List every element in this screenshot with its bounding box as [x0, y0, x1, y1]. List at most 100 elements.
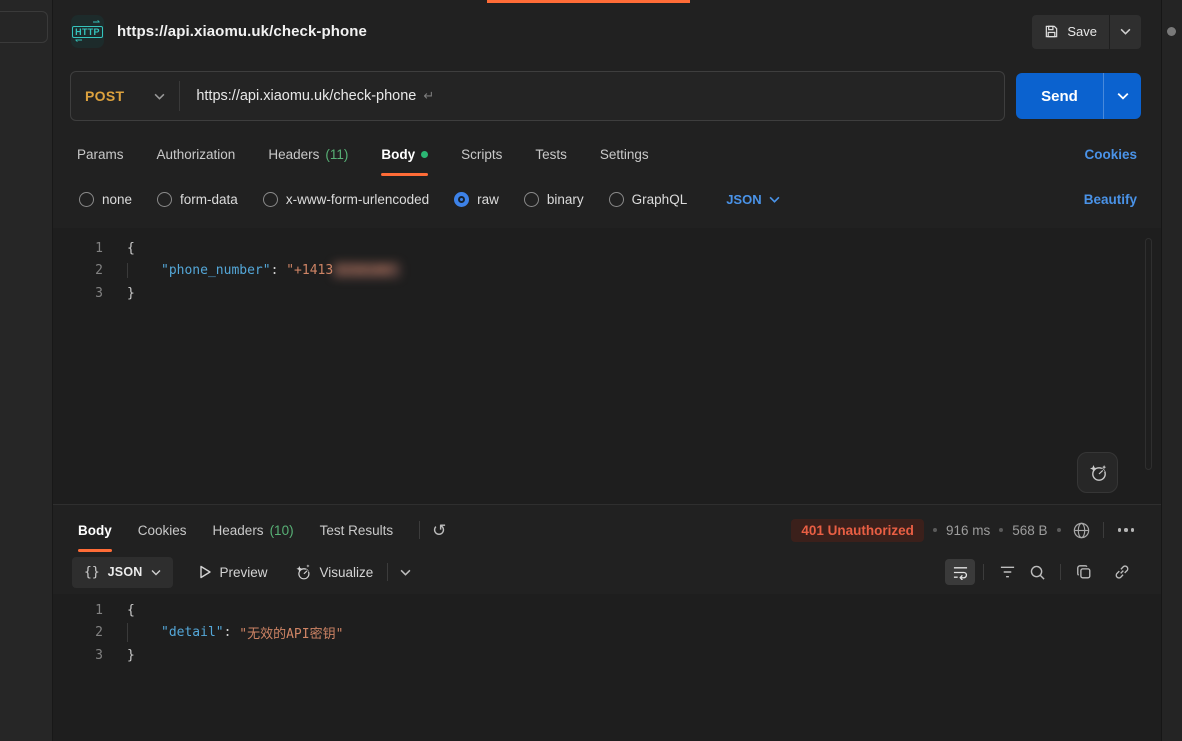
postbot-sparkle-icon — [1088, 463, 1108, 483]
tab-settings[interactable]: Settings — [600, 132, 649, 176]
body-modified-dot — [421, 151, 428, 158]
active-tab-indicator — [487, 0, 690, 3]
request-header: ⇀ HTTP ↽ https://api.xiaomu.uk/check-pho… — [53, 0, 1161, 63]
response-tab-cookies[interactable]: Cookies — [138, 508, 187, 552]
response-tabs: Body Cookies Headers(10) Test Results ↺ … — [53, 508, 1161, 552]
url-box: POST https://api.xiaomu.uk/check-phone ↵ — [70, 71, 1005, 121]
more-options-icon[interactable] — [1116, 524, 1137, 536]
network-globe-icon[interactable] — [1072, 521, 1091, 540]
request-tabs: Params Authorization Headers(11) Body Sc… — [53, 132, 1161, 176]
chevron-down-icon — [151, 569, 161, 576]
response-tab-body[interactable]: Body — [78, 508, 112, 552]
body-language-select[interactable]: JSON — [726, 192, 779, 207]
postbot-button[interactable] — [1077, 452, 1118, 493]
main-panel: ⇀ HTTP ↽ https://api.xiaomu.uk/check-pho… — [53, 0, 1161, 741]
preview-button[interactable]: Preview — [199, 565, 268, 580]
method-selector-value[interactable]: POST — [71, 88, 154, 104]
radio-raw[interactable]: raw — [454, 192, 499, 207]
more-formats-chevron-icon[interactable] — [400, 569, 411, 576]
filter-button[interactable] — [992, 559, 1022, 585]
response-history-icon[interactable]: ↺ — [432, 522, 446, 539]
save-button[interactable]: Save — [1032, 15, 1109, 49]
url-divider — [179, 81, 180, 111]
copy-button[interactable] — [1069, 559, 1099, 585]
code-line: 3 } — [53, 282, 1161, 305]
line-number: 3 — [53, 648, 103, 663]
request-body-editor[interactable]: 1 { 2 "phone_number": "+14135550100" 3 } — [53, 228, 1161, 504]
indent-guide — [127, 263, 128, 278]
line-number: 3 — [53, 286, 103, 301]
send-button-group: Send — [1016, 73, 1141, 119]
separator-dot — [1057, 528, 1061, 532]
indent-guide — [127, 623, 128, 642]
radio-x-www-form-urlencoded[interactable]: x-www-form-urlencoded — [263, 192, 429, 207]
radio-selected-icon — [454, 192, 469, 207]
response-divider — [53, 504, 1161, 505]
wrap-text-button[interactable] — [945, 559, 975, 585]
send-button[interactable]: Send — [1016, 73, 1103, 119]
divider — [983, 564, 984, 580]
code-line: 1 { — [53, 237, 1161, 260]
line-number: 1 — [53, 241, 103, 256]
method-chevron-down-icon[interactable] — [154, 93, 165, 100]
http-request-icon: ⇀ HTTP ↽ — [71, 15, 104, 48]
status-badge[interactable]: 401 Unauthorized — [791, 519, 924, 542]
response-format-select[interactable]: {} JSON — [72, 557, 173, 588]
radio-icon — [79, 192, 94, 207]
tab-tests[interactable]: Tests — [535, 132, 567, 176]
response-meta: 401 Unauthorized 916 ms 568 B — [791, 519, 1136, 542]
link-button[interactable] — [1107, 559, 1137, 585]
editor-scrollbar[interactable] — [1145, 238, 1152, 470]
radio-icon — [609, 192, 624, 207]
tab-authorization[interactable]: Authorization — [157, 132, 236, 176]
response-body-viewer: 1 { 2 "detail": "无效的API密钥" 3 } — [53, 594, 1161, 741]
radio-graphql[interactable]: GraphQL — [609, 192, 688, 207]
save-button-label: Save — [1067, 24, 1097, 39]
preview-play-icon — [199, 565, 212, 579]
cookies-link[interactable]: Cookies — [1084, 147, 1137, 162]
request-title: https://api.xiaomu.uk/check-phone — [117, 23, 367, 40]
body-type-row: none form-data x-www-form-urlencoded raw… — [53, 182, 1161, 216]
response-time: 916 ms — [946, 523, 990, 538]
save-button-group: Save — [1032, 15, 1141, 49]
line-number: 1 — [53, 603, 103, 618]
radio-none[interactable]: none — [79, 192, 132, 207]
radio-icon — [157, 192, 172, 207]
tab-params[interactable]: Params — [77, 132, 124, 176]
format-value: JSON — [108, 565, 143, 579]
url-input[interactable]: https://api.xiaomu.uk/check-phone — [196, 88, 416, 104]
send-options-button[interactable] — [1103, 73, 1141, 119]
tab-headers[interactable]: Headers(11) — [268, 132, 348, 176]
search-button[interactable] — [1022, 559, 1052, 585]
sidebar-collapsed-item[interactable] — [0, 11, 48, 43]
braces-icon: {} — [84, 565, 100, 580]
visualize-button[interactable]: Visualize — [294, 563, 374, 581]
response-toolbar: {} JSON Preview Visualize — [53, 553, 1161, 591]
divider — [387, 563, 388, 581]
divider — [1060, 564, 1061, 580]
right-rail — [1161, 0, 1182, 741]
radio-binary[interactable]: binary — [524, 192, 584, 207]
separator-dot — [933, 528, 937, 532]
beautify-link[interactable]: Beautify — [1084, 192, 1137, 207]
chevron-down-icon — [1117, 92, 1129, 100]
response-tab-test-results[interactable]: Test Results — [320, 508, 394, 552]
request-url-row: POST https://api.xiaomu.uk/check-phone ↵… — [53, 70, 1161, 122]
headers-count: (11) — [325, 147, 348, 162]
chevron-down-icon — [1120, 28, 1131, 35]
code-line: 3 } — [53, 644, 1161, 667]
rail-partial-icon[interactable] — [1167, 27, 1176, 36]
response-tab-headers[interactable]: Headers(10) — [213, 508, 294, 552]
visualize-sparkle-icon — [294, 563, 312, 581]
code-line: 2 "phone_number": "+14135550100" — [53, 260, 1161, 283]
code-line: 1 { — [53, 599, 1161, 622]
tab-body[interactable]: Body — [381, 132, 428, 176]
radio-icon — [263, 192, 278, 207]
line-number: 2 — [53, 625, 103, 640]
divider — [1103, 522, 1104, 538]
tab-scripts[interactable]: Scripts — [461, 132, 502, 176]
save-options-button[interactable] — [1109, 15, 1141, 49]
separator-dot — [999, 528, 1003, 532]
response-headers-count: (10) — [270, 523, 294, 538]
radio-form-data[interactable]: form-data — [157, 192, 238, 207]
